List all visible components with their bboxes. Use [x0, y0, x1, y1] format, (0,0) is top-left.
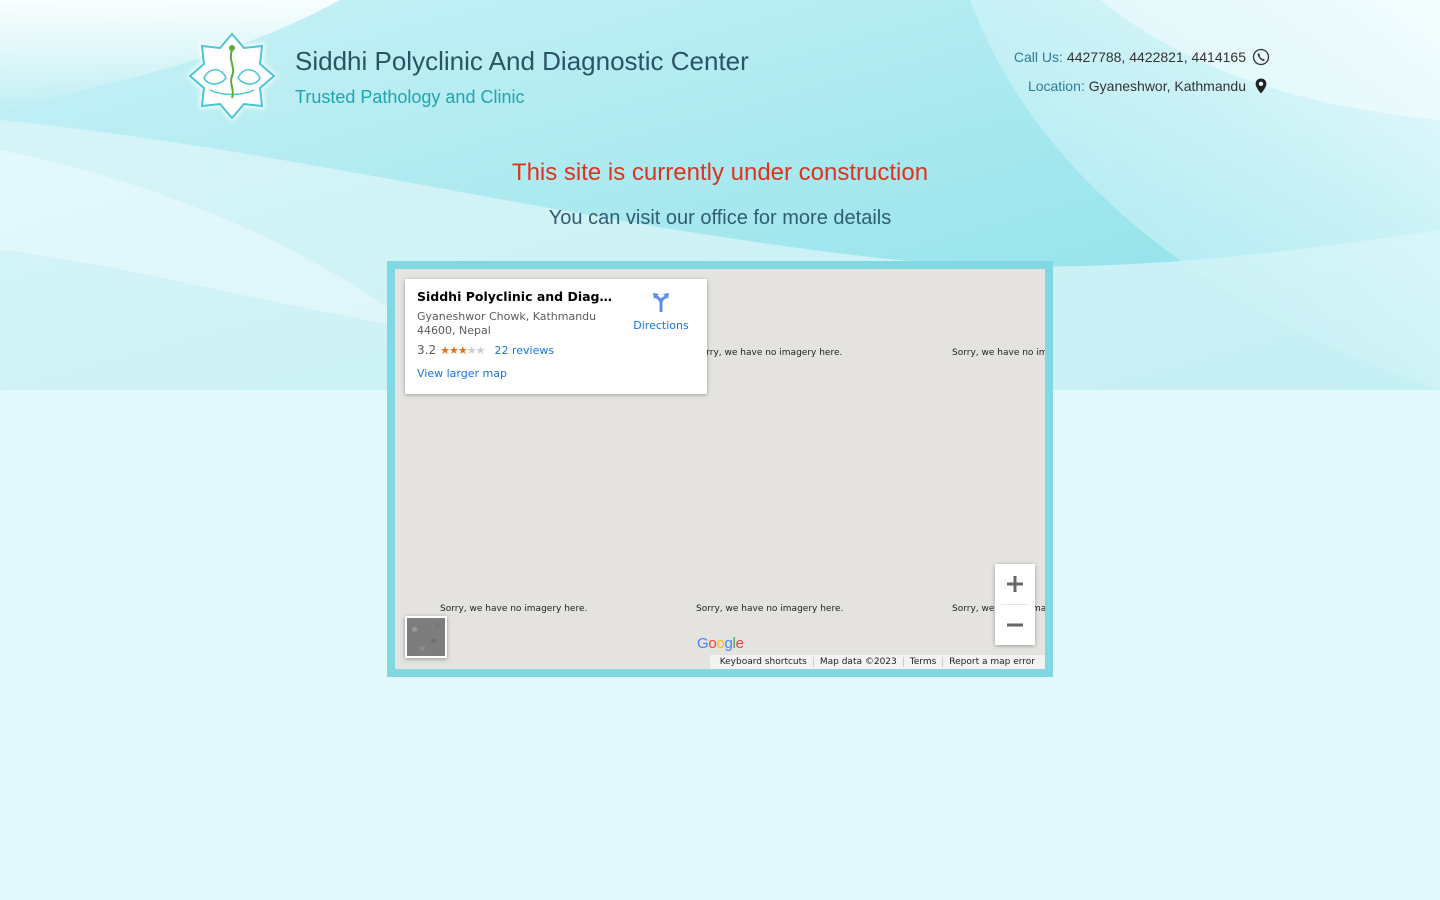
- header: Siddhi Polyclinic And Diagnostic Center …: [0, 0, 1440, 140]
- terms-link[interactable]: Terms: [902, 657, 943, 667]
- contact-phone: Call Us: 4427788, 4422821, 4414165: [1014, 48, 1270, 66]
- zoom-in-button[interactable]: [995, 564, 1035, 604]
- no-imagery-label: Sorry, we have no imagery here.: [696, 604, 844, 614]
- reviews-link[interactable]: 22 reviews: [494, 344, 554, 357]
- map-data-label: Map data ©2023: [812, 657, 903, 667]
- clinic-logo: [186, 30, 278, 122]
- view-larger-map-link[interactable]: View larger map: [417, 367, 695, 380]
- site-tagline: Trusted Pathology and Clinic: [295, 87, 525, 107]
- keyboard-shortcuts-link[interactable]: Keyboard shortcuts: [714, 657, 813, 667]
- page: Siddhi Polyclinic And Diagnostic Center …: [0, 0, 1440, 900]
- map-frame: Sorry, we have no imagery here. Sorry, w…: [387, 261, 1053, 677]
- star-icon: ★: [457, 343, 468, 357]
- minus-icon: [1007, 623, 1023, 627]
- place-name: Siddhi Polyclinic and Diagnos…: [417, 289, 617, 304]
- plus-icon: [1007, 576, 1023, 592]
- location-pin-icon: [1252, 77, 1270, 95]
- rating-value: 3.2: [417, 343, 437, 357]
- satellite-layer-toggle[interactable]: [405, 616, 447, 658]
- construction-notice: This site is currently under constructio…: [511, 159, 929, 186]
- zoom-controls: [995, 564, 1035, 645]
- report-map-error-link[interactable]: Report a map error: [942, 657, 1041, 667]
- directions-label: Directions: [633, 319, 689, 332]
- phone-label: Call Us:: [1013, 49, 1063, 65]
- no-imagery-label: Sorry, we have no imagery here.: [440, 604, 588, 614]
- location-value: Gyaneshwor, Kathmandu: [1088, 78, 1246, 94]
- place-info-card: Siddhi Polyclinic and Diagnos… Gyaneshwo…: [405, 279, 707, 394]
- star-icon: ★: [440, 343, 450, 357]
- rating-row: 3.2 ★★★★★ 22 reviews: [417, 343, 695, 357]
- star-icon: ★: [466, 343, 477, 357]
- google-logo: Google: [697, 635, 744, 652]
- phone-icon: [1252, 48, 1270, 66]
- directions-icon: [653, 293, 669, 312]
- site-title: Siddhi Polyclinic And Diagnostic Center: [295, 46, 749, 76]
- contact-location: Location: Gyaneshwor, Kathmandu: [1028, 77, 1270, 95]
- embedded-map[interactable]: Sorry, we have no imagery here. Sorry, w…: [395, 269, 1045, 669]
- no-imagery-label: Sorry, we have no ima: [952, 348, 1045, 358]
- place-address: Gyaneshwor Chowk, Kathmandu 44600, Nepal: [417, 310, 597, 337]
- zoom-out-button[interactable]: [995, 605, 1035, 645]
- visit-office-notice: You can visit our office for more detail…: [548, 207, 892, 229]
- map-footer: Keyboard shortcuts Map data ©2023 Terms …: [709, 655, 1045, 669]
- no-imagery-label: Sorry, we have no imagery here.: [695, 348, 843, 358]
- star-icon: ★: [448, 343, 459, 357]
- directions-button[interactable]: Directions: [627, 291, 695, 332]
- rating-stars: ★★★★★: [440, 343, 486, 357]
- phone-value: 4427788, 4422821, 4414165: [1066, 49, 1246, 65]
- star-icon: ★: [475, 343, 486, 357]
- location-label: Location:: [1027, 78, 1085, 94]
